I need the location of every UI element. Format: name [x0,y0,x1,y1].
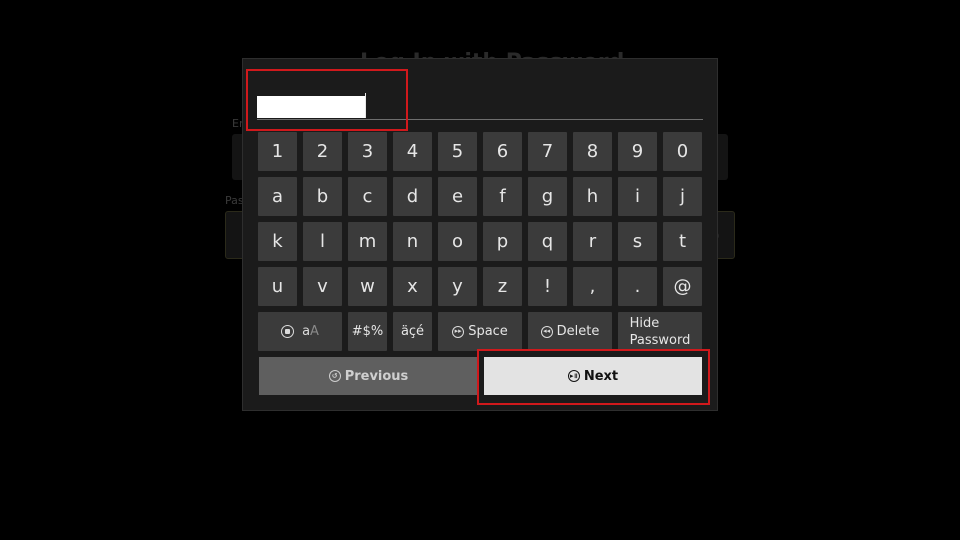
key-n[interactable]: n [393,222,432,261]
case-lower-label: a [302,324,311,339]
key-e[interactable]: e [438,177,477,216]
rewind-icon: ◂◂ [540,325,553,338]
key-x[interactable]: x [393,267,432,306]
key-v[interactable]: v [303,267,342,306]
key-8[interactable]: 8 [573,132,612,171]
hide-password-key[interactable]: Hide Password [618,312,702,351]
key-r[interactable]: r [573,222,612,261]
key-h[interactable]: h [573,177,612,216]
case-toggle-key[interactable]: aA [258,312,342,351]
hide-password-label: Hide Password [630,315,691,349]
hide-password-line2: Password [629,332,691,348]
key-o[interactable]: o [438,222,477,261]
previous-label: Previous [344,368,409,384]
key-comma[interactable]: , [573,267,612,306]
accents-key[interactable]: äçé [393,312,432,351]
key-9[interactable]: 9 [618,132,657,171]
space-key[interactable]: ▸▸ Space [438,312,522,351]
input-area [257,69,703,121]
key-at[interactable]: @ [663,267,702,306]
key-d[interactable]: d [393,177,432,216]
key-t[interactable]: t [663,222,702,261]
case-upper-label: A [310,324,319,339]
input-underline [257,119,703,120]
password-text-input[interactable] [257,96,365,118]
hide-password-line1: Hide [629,315,660,331]
key-c[interactable]: c [348,177,387,216]
play-pause-icon: ▸॥ [567,370,580,382]
key-z[interactable]: z [483,267,522,306]
key-4[interactable]: 4 [393,132,432,171]
key-1[interactable]: 1 [258,132,297,171]
key-m[interactable]: m [348,222,387,261]
keyboard-dialog: 1 2 3 4 5 6 7 8 9 0 a b c d e f g h i j … [242,58,718,411]
key-s[interactable]: s [618,222,657,261]
key-7[interactable]: 7 [528,132,567,171]
delete-key[interactable]: ◂◂ Delete [528,312,612,351]
key-6[interactable]: 6 [483,132,522,171]
key-i[interactable]: i [618,177,657,216]
key-0[interactable]: 0 [663,132,702,171]
previous-button[interactable]: ↺ Previous [259,357,478,395]
space-label: Space [468,324,508,339]
key-p[interactable]: p [483,222,522,261]
key-u[interactable]: u [258,267,297,306]
key-a[interactable]: a [258,177,297,216]
key-j[interactable]: j [663,177,702,216]
key-3[interactable]: 3 [348,132,387,171]
delete-label: Delete [556,324,600,339]
fast-forward-icon: ▸▸ [452,325,465,338]
next-button[interactable]: ▸॥ Next [484,357,702,395]
key-k[interactable]: k [258,222,297,261]
key-2[interactable]: 2 [303,132,342,171]
key-5[interactable]: 5 [438,132,477,171]
key-q[interactable]: q [528,222,567,261]
menu-button-icon [281,325,295,338]
key-g[interactable]: g [528,177,567,216]
key-b[interactable]: b [303,177,342,216]
key-w[interactable]: w [348,267,387,306]
next-label: Next [583,368,619,384]
key-f[interactable]: f [483,177,522,216]
key-exclamation[interactable]: ! [528,267,567,306]
text-caret [365,93,366,118]
key-period[interactable]: . [618,267,657,306]
key-y[interactable]: y [438,267,477,306]
symbols-key[interactable]: #$% [348,312,387,351]
key-l[interactable]: l [303,222,342,261]
back-icon: ↺ [328,370,341,382]
